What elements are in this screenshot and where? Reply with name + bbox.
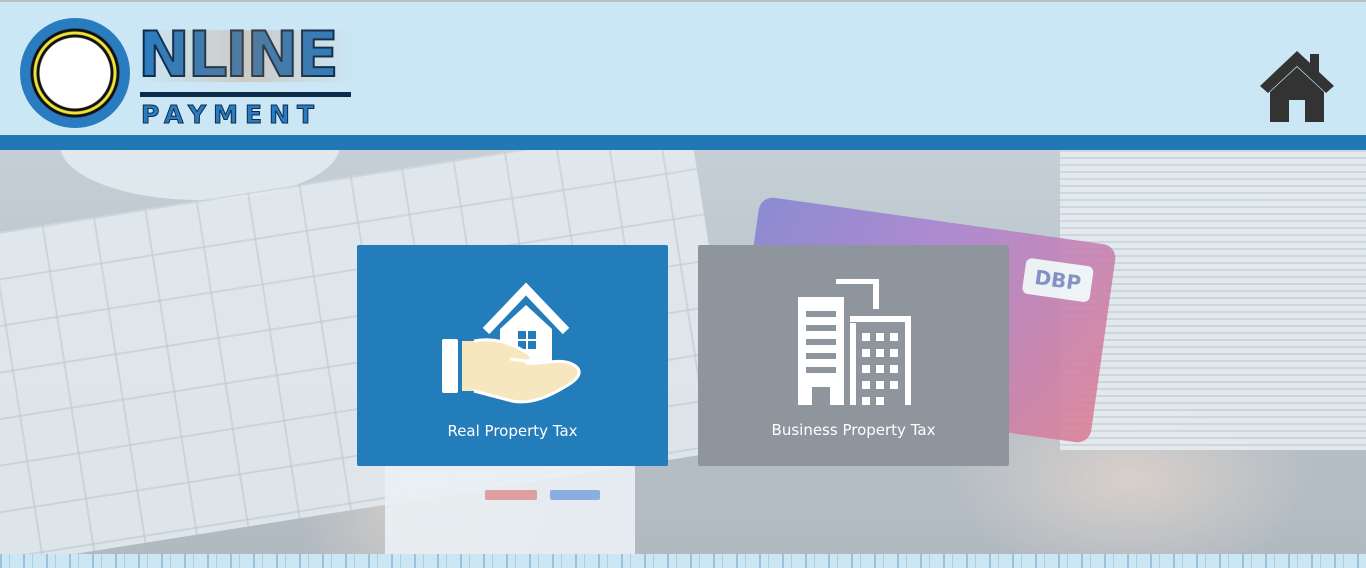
header-accent-bar <box>0 135 1366 150</box>
business-property-tax-label: Business Property Tax <box>771 421 936 439</box>
business-property-tax-tile[interactable]: Business Property Tax <box>698 245 1009 466</box>
logo-o-ring <box>20 18 130 128</box>
hero-background: DBP <box>0 150 1366 554</box>
house-in-hand-icon <box>440 281 586 416</box>
site-header: NLINE PAYMENT <box>0 2 1366 135</box>
real-property-tax-label: Real Property Tax <box>447 422 578 440</box>
real-property-tax-tile[interactable]: Real Property Tax <box>357 245 668 466</box>
footer-strip <box>0 554 1366 568</box>
online-payment-logo[interactable]: NLINE PAYMENT <box>20 16 355 138</box>
logo-text-nline: NLINE <box>137 18 340 91</box>
logo-underline <box>140 92 351 97</box>
home-icon[interactable] <box>1258 48 1336 124</box>
buildings-icon <box>796 278 912 412</box>
logo-text-payment: PAYMENT <box>140 100 322 130</box>
hero-overlay <box>0 150 1366 554</box>
footer-pattern <box>0 554 1366 568</box>
